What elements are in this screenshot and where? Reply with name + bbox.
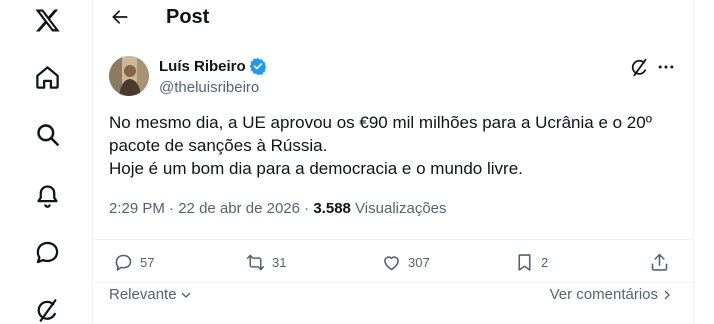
back-button[interactable]: [107, 4, 133, 30]
share-icon: [651, 253, 668, 271]
x-logo-icon[interactable]: [31, 4, 63, 36]
tweet-text-line: Hoje é um bom dia para a democracia e o …: [109, 159, 523, 178]
home-icon[interactable]: [31, 61, 63, 93]
verified-badge-icon: [249, 57, 267, 75]
avatar[interactable]: [109, 56, 149, 96]
see-comments-link[interactable]: Ver comentários: [550, 286, 673, 303]
author-name[interactable]: Luís Ribeiro: [159, 57, 267, 75]
views-label[interactable]: Visualizações: [355, 200, 446, 217]
bookmark-button[interactable]: 2: [514, 251, 548, 273]
tweet-meta: 2:29 PM · 22 de abr de 2026 · 3.588 Visu…: [109, 200, 447, 217]
author-name-text: Luís Ribeiro: [159, 57, 246, 75]
meta-separator: ·: [304, 200, 310, 217]
reply-count: 57: [140, 254, 155, 270]
bookmark-icon: [518, 253, 531, 271]
arrow-left-icon: [112, 10, 128, 24]
notifications-bell-icon[interactable]: [31, 179, 63, 211]
search-icon[interactable]: [31, 118, 63, 150]
reply-icon: [115, 254, 132, 271]
grok-icon[interactable]: [31, 294, 63, 324]
like-button[interactable]: 307: [381, 251, 430, 273]
bookmark-count: 2: [541, 254, 549, 270]
chevron-down-icon: [180, 289, 192, 301]
action-bar: 57 31 307 2: [93, 239, 693, 283]
repost-count: 31: [272, 254, 287, 270]
tweet-date[interactable]: 22 de abr de 2026: [178, 200, 300, 217]
heart-icon: [384, 255, 399, 270]
more-options-icon[interactable]: [654, 56, 678, 78]
author-handle[interactable]: @theluisribeiro: [159, 79, 259, 96]
replies-sort-label: Relevante: [109, 286, 177, 303]
page-title: Post: [166, 6, 210, 28]
messages-icon[interactable]: [31, 236, 63, 268]
reply-button[interactable]: 57: [113, 251, 154, 273]
post-column: Post Luís Ribeiro @theluisribeiro No mes…: [93, 0, 694, 324]
grok-icon[interactable]: [628, 56, 650, 78]
tweet-text-line: pacote de sanções à Rússia.: [109, 136, 328, 155]
tweet-text-line: No mesmo dia, a UE aprovou os €90 mil mi…: [109, 113, 652, 132]
see-comments-label: Ver comentários: [549, 286, 658, 303]
sidebar-nav: [0, 0, 93, 324]
chevron-right-icon: [661, 289, 673, 301]
meta-separator: ·: [169, 200, 175, 217]
tweet-text: No mesmo dia, a UE aprovou os €90 mil mi…: [109, 111, 679, 180]
views-count[interactable]: 3.588: [313, 200, 351, 217]
repost-button[interactable]: 31: [245, 251, 286, 273]
like-count: 307: [408, 254, 430, 270]
tweet-time[interactable]: 2:29 PM: [109, 200, 165, 217]
repost-icon: [246, 254, 265, 270]
post-header: Post: [93, 0, 693, 38]
replies-sort-dropdown[interactable]: Relevante: [109, 286, 192, 303]
share-button[interactable]: [649, 251, 670, 273]
